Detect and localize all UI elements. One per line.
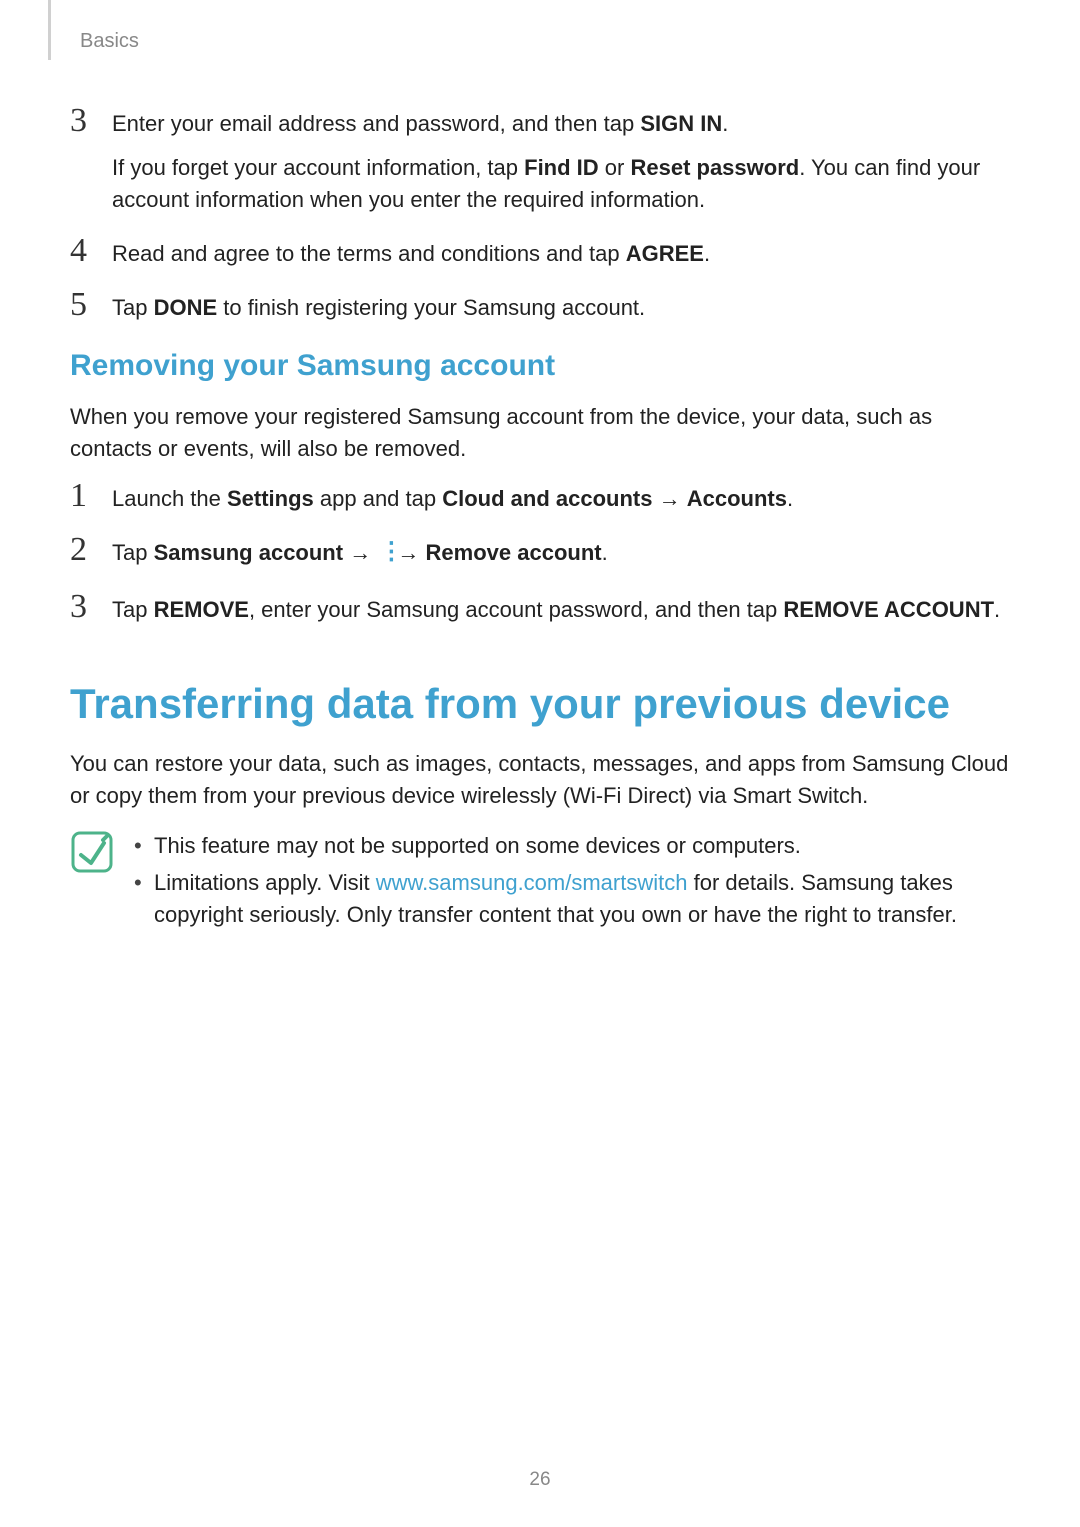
transferring-data-description: You can restore your data, such as image…	[70, 748, 1010, 812]
steps-list-signin: 3 Enter your email address and password,…	[70, 108, 1010, 323]
bold-done: DONE	[154, 295, 218, 320]
text: to finish registering your Samsung accou…	[217, 295, 645, 320]
step-number: 3	[70, 104, 106, 138]
step-3: 3 Enter your email address and password,…	[70, 108, 1010, 216]
step-number: 4	[70, 234, 106, 268]
bold-cloud-accounts: Cloud and accounts	[442, 486, 652, 511]
step-4: 4 Read and agree to the terms and condit…	[70, 238, 1010, 270]
text: Read and agree to the terms and conditio…	[112, 241, 626, 266]
text: Enter your email address and password, a…	[112, 111, 640, 136]
text: Tap	[112, 597, 154, 622]
arrow-icon: →	[343, 540, 377, 565]
step-number: 1	[70, 479, 106, 513]
removing-account-description: When you remove your registered Samsung …	[70, 401, 1010, 465]
note-item-2: Limitations apply. Visit www.samsung.com…	[132, 867, 1010, 931]
smartswitch-link[interactable]: www.samsung.com/smartswitch	[376, 870, 688, 895]
note-icon	[70, 830, 114, 874]
page-number: 26	[0, 1469, 1080, 1491]
bold-accounts: Accounts	[687, 486, 787, 511]
more-options-icon	[379, 535, 389, 570]
step-body: Tap REMOVE, enter your Samsung account p…	[106, 594, 1010, 626]
bold-find-id: Find ID	[524, 155, 599, 180]
step-body: Tap Samsung account → → Remove account.	[106, 537, 1010, 572]
bold-settings: Settings	[227, 486, 314, 511]
note-block: This feature may not be supported on som…	[70, 830, 1010, 938]
step-3-remove: 3 Tap REMOVE, enter your Samsung account…	[70, 594, 1010, 626]
text: , enter your Samsung account password, a…	[249, 597, 783, 622]
bold-remove-account-caps: REMOVE ACCOUNT	[783, 597, 994, 622]
text: .	[994, 597, 1000, 622]
bold-remove-account: Remove account	[426, 540, 602, 565]
bold-samsung-account: Samsung account	[154, 540, 343, 565]
step-5: 5 Tap DONE to finish registering your Sa…	[70, 292, 1010, 324]
step-number: 2	[70, 533, 106, 567]
text: .	[602, 540, 608, 565]
heading-transferring-data: Transferring data from your previous dev…	[70, 680, 1010, 728]
text: .	[722, 111, 728, 136]
step-body: Tap DONE to finish registering your Sams…	[106, 292, 1010, 324]
arrow-icon: →	[652, 486, 686, 511]
step-body: Read and agree to the terms and conditio…	[106, 238, 1010, 270]
header-rule	[48, 0, 51, 60]
bold-signin: SIGN IN	[640, 111, 722, 136]
bold-remove: REMOVE	[154, 597, 249, 622]
breadcrumb: Basics	[80, 30, 1010, 53]
page-content: Basics 3 Enter your email address and pa…	[0, 0, 1080, 937]
bold-agree: AGREE	[626, 241, 704, 266]
step-number: 3	[70, 590, 106, 624]
text: or	[599, 155, 631, 180]
text: Tap	[112, 540, 154, 565]
text: .	[704, 241, 710, 266]
step-body: Enter your email address and password, a…	[106, 108, 1010, 216]
bold-reset-password: Reset password	[630, 155, 799, 180]
step-1: 1 Launch the Settings app and tap Cloud …	[70, 483, 1010, 515]
step-body: Launch the Settings app and tap Cloud an…	[106, 483, 1010, 515]
text: Launch the	[112, 486, 227, 511]
text: .	[787, 486, 793, 511]
step-number: 5	[70, 288, 106, 322]
note-list: This feature may not be supported on som…	[132, 830, 1010, 938]
text: app and tap	[314, 486, 442, 511]
subheading-removing-account: Removing your Samsung account	[70, 349, 1010, 383]
text: If you forget your account information, …	[112, 155, 524, 180]
step-2: 2 Tap Samsung account → → Remove account…	[70, 537, 1010, 572]
note-item-1: This feature may not be supported on som…	[132, 830, 1010, 862]
text: Limitations apply. Visit	[154, 870, 376, 895]
text: Tap	[112, 295, 154, 320]
steps-list-remove: 1 Launch the Settings app and tap Cloud …	[70, 483, 1010, 626]
